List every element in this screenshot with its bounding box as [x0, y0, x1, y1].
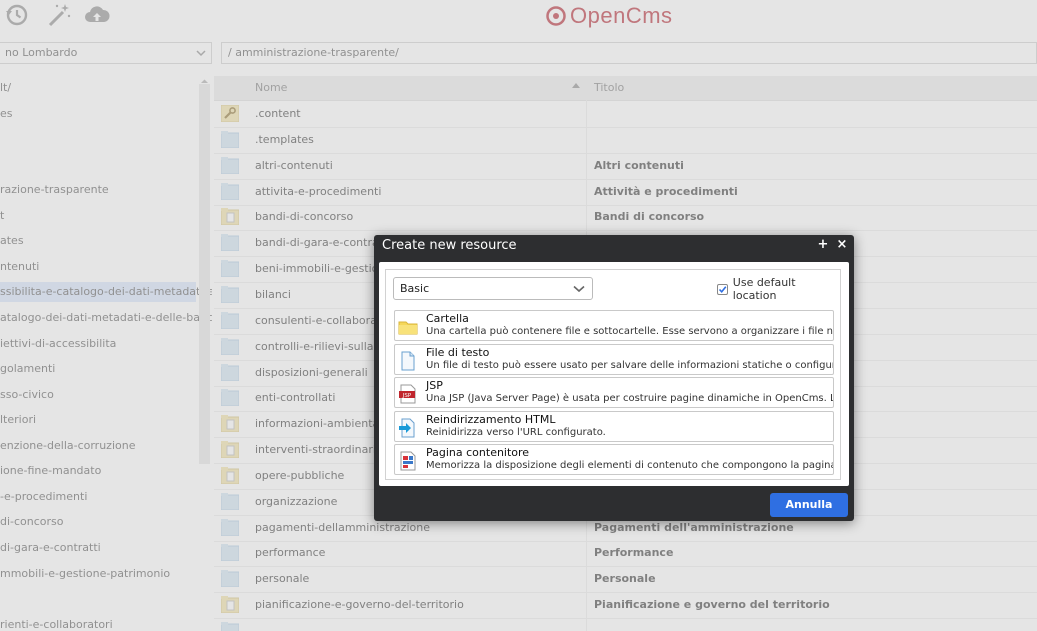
resource-type-description: Una cartella può contenere file e sottoc… — [426, 326, 833, 337]
resource-panel: Basic Use default location Cartella Una c… — [385, 269, 841, 480]
resource-type-name: Cartella — [426, 312, 469, 325]
text-file-icon — [401, 351, 415, 371]
dialog-title: Create new resource — [382, 238, 517, 253]
default-location-label: Use default location — [732, 276, 796, 302]
cancel-button[interactable]: Annulla — [770, 493, 848, 517]
redirect-icon — [399, 418, 415, 438]
resource-type-name: Reindirizzamento HTML — [426, 412, 556, 426]
resource-type-description: Un file di testo può essere usato per sa… — [426, 359, 833, 371]
resource-type-description: Reinidirizza verso l'URL configurato. — [426, 426, 606, 438]
resource-type-description: Memorizza la disposizione degli elementi… — [426, 460, 834, 472]
default-location-option[interactable]: Use default location — [717, 276, 840, 302]
jsp-file-icon: JSP — [399, 384, 416, 404]
default-location-checkbox[interactable] — [717, 283, 728, 295]
resource-type-select[interactable]: Basic — [393, 277, 593, 300]
jsp-icon-label: JSP — [402, 393, 412, 399]
dialog-body: Basic Use default location Cartella Una c… — [379, 262, 849, 486]
close-button[interactable]: × — [835, 236, 849, 254]
resource-type-name: JSP — [426, 379, 443, 393]
resource-type-name: File di testo — [426, 345, 490, 359]
container-page-icon — [400, 451, 416, 471]
resource-type-item[interactable]: Pagina contenitore Memorizza la disposizi… — [394, 444, 834, 476]
folder-icon — [398, 321, 418, 335]
resource-type-item[interactable]: JSP JSP Una JSP (Java Server Page) è usata… — [394, 377, 834, 409]
checkmark-icon — [718, 285, 727, 293]
create-resource-dialog: Create new resource + × Basic Use defaul… — [374, 235, 854, 521]
resource-type-description: Una JSP (Java Server Page) è usata per c… — [426, 393, 833, 405]
resource-type-item[interactable]: Cartella Una cartella può contenere file … — [394, 310, 834, 341]
resource-type-item[interactable]: File di testo Un file di testo può essere… — [394, 343, 834, 375]
resource-type-item[interactable]: Reindirizzamento HTML Reinidirizza verso … — [394, 410, 834, 442]
maximize-button[interactable]: + — [816, 236, 830, 254]
resource-type-name: Pagina contenitore — [426, 446, 530, 460]
chevron-down-icon — [573, 285, 585, 293]
resource-type-select-value: Basic — [400, 282, 430, 295]
